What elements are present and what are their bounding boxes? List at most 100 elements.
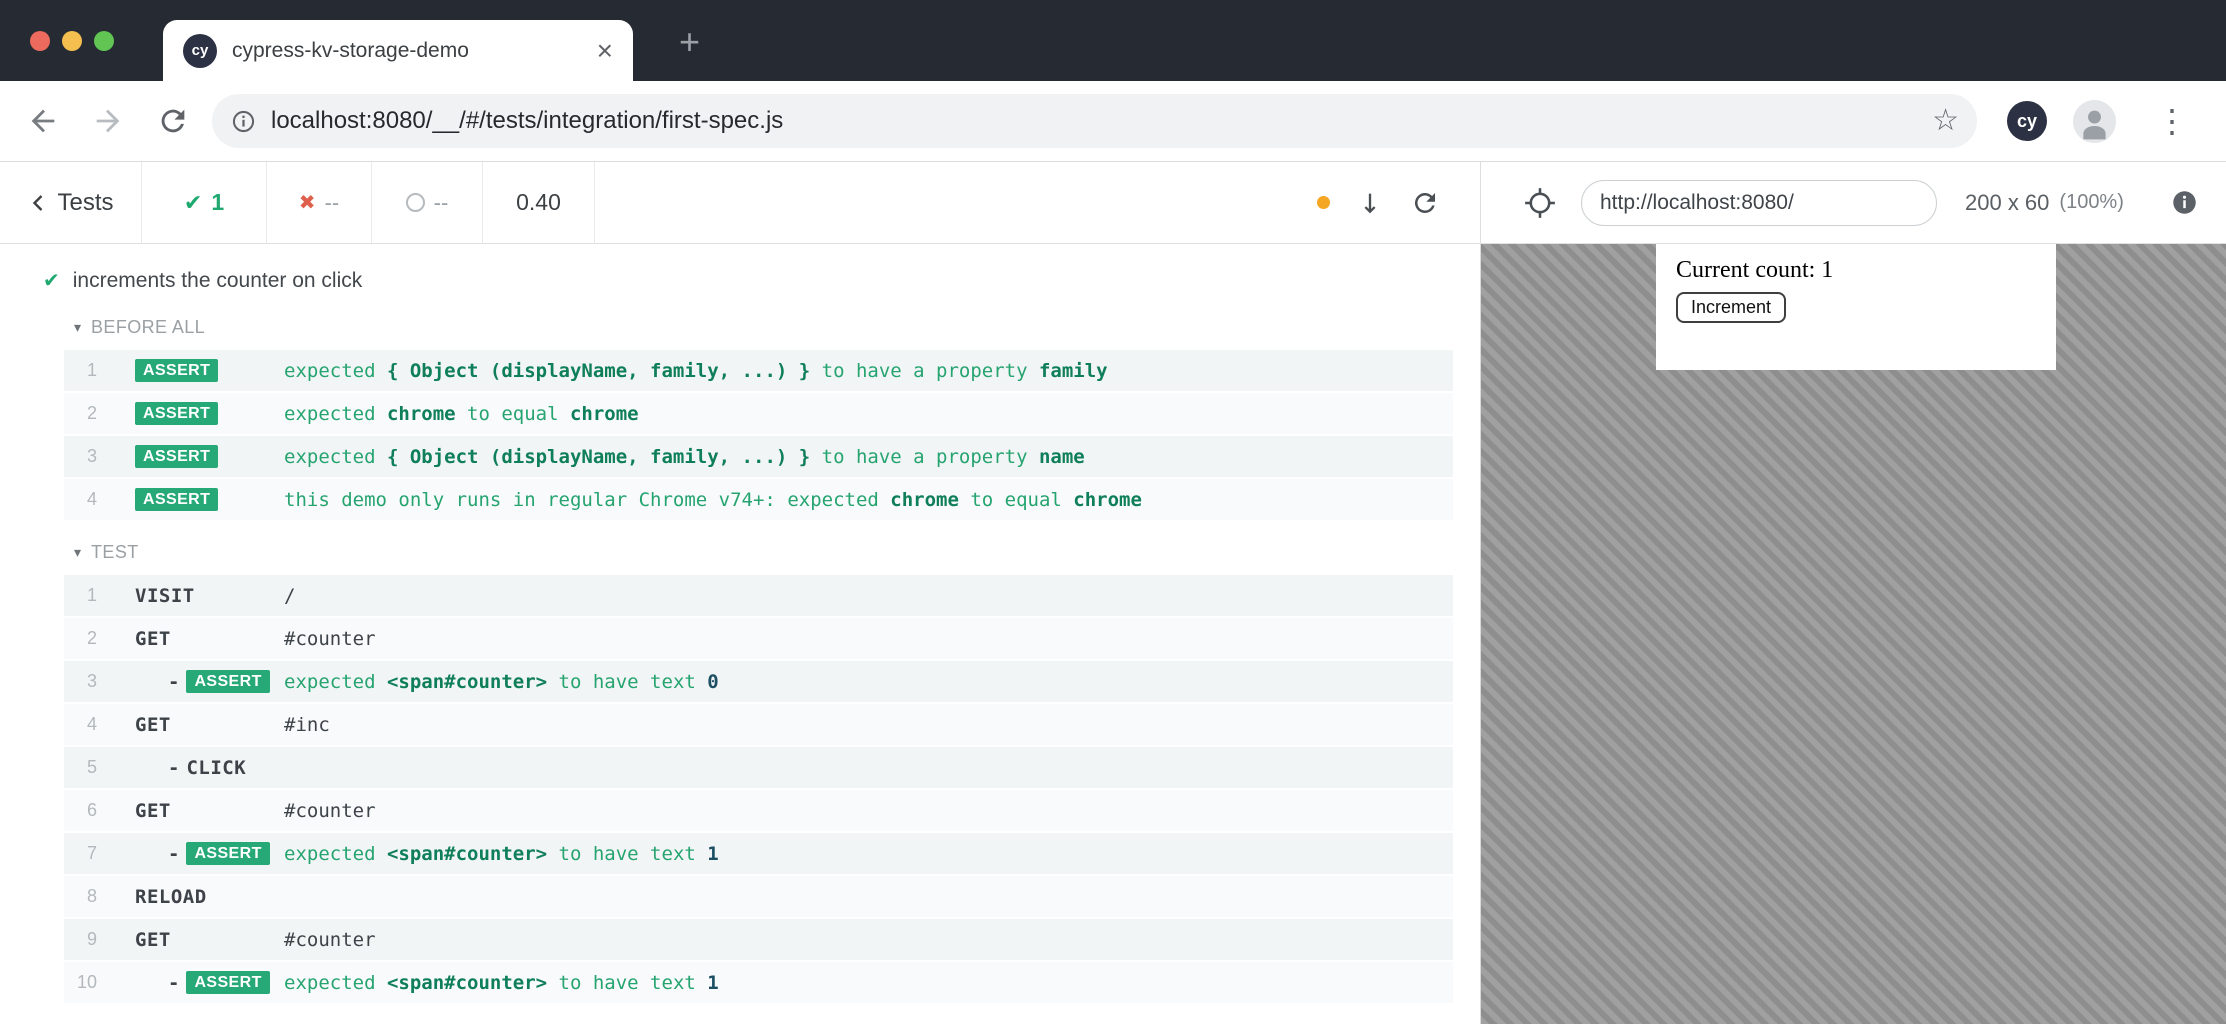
passed-check-icon: ✔ xyxy=(183,189,203,215)
command-message: #inc xyxy=(284,714,1453,736)
message-segment: expected xyxy=(284,971,387,994)
command-number: 8 xyxy=(86,886,97,906)
main-content: ✔ increments the counter on click ▾ BEFOR… xyxy=(0,244,2226,1024)
back-icon[interactable] xyxy=(26,104,60,138)
command-message: #counter xyxy=(284,929,1453,951)
new-tab-button[interactable]: + xyxy=(679,24,700,60)
reporter-header: Tests ✔ 1 ✖ -- -- 0.40 xyxy=(0,162,1481,243)
command-row[interactable]: 3- ASSERT expected <span#counter> to have … xyxy=(64,661,1453,702)
message-segment: <span#counter> xyxy=(386,842,548,865)
cypress-toolbar: Tests ✔ 1 ✖ -- -- 0.40 20 xyxy=(0,162,2226,244)
assert-badge: ASSERT xyxy=(135,401,219,426)
command-row[interactable]: 1 ASSERT expected { Object (displayName, f… xyxy=(64,350,1453,391)
command-method: - ASSERT xyxy=(135,970,284,995)
section-header[interactable]: ▾ BEFORE ALL xyxy=(0,307,1480,348)
command-method: VISIT xyxy=(135,585,284,607)
command-row[interactable]: 8 RELOAD xyxy=(64,876,1453,917)
selector-playground-icon[interactable] xyxy=(1523,186,1557,220)
reporter-controls xyxy=(1317,162,1480,243)
back-to-tests-button[interactable]: Tests xyxy=(0,162,142,243)
command-number: 3 xyxy=(86,446,97,466)
command-row[interactable]: 7 - ASSERT expected <span#counter> to have … xyxy=(64,833,1453,874)
message-segment: name xyxy=(1038,445,1085,468)
message-segment: to have text xyxy=(547,971,708,994)
command-row[interactable]: 9 GET #counter xyxy=(64,919,1453,960)
close-window-button[interactable] xyxy=(30,31,50,51)
command-number: 7 xyxy=(86,843,97,863)
zoom-window-button[interactable] xyxy=(94,31,114,51)
command-message: expected chrome to equal chrome xyxy=(284,403,1453,425)
command-method: ASSERT xyxy=(135,401,284,426)
back-to-tests-label: Tests xyxy=(57,188,114,216)
reporter-panel: ✔ increments the counter on click ▾ BEFOR… xyxy=(0,244,1481,1024)
cypress-favicon-icon: cy xyxy=(183,33,217,68)
increment-button[interactable]: Increment xyxy=(1676,292,1787,323)
message-segment: expected xyxy=(284,670,387,693)
assert-badge: ASSERT xyxy=(186,841,270,866)
message-segment: 1 xyxy=(707,842,719,865)
child-command-dash: - xyxy=(168,842,180,865)
rerun-tests-icon[interactable] xyxy=(1410,188,1440,218)
message-segment: expected xyxy=(284,359,387,382)
message-segment: to equal xyxy=(455,402,570,425)
message-segment: chrome xyxy=(1073,488,1142,511)
cypress-extension-badge[interactable]: cy xyxy=(2007,101,2047,141)
command-name: GET xyxy=(135,799,171,822)
section-label: BEFORE ALL xyxy=(91,317,206,337)
command-row[interactable]: 3 ASSERT expected { Object (displayName, f… xyxy=(64,436,1453,477)
browser-tab[interactable]: cy cypress-kv-storage-demo × xyxy=(163,20,633,81)
minimize-window-button[interactable] xyxy=(62,31,82,51)
command-message: expected <span#counter> to have text 1 xyxy=(284,843,1453,865)
message-segment: to have text xyxy=(547,670,708,693)
command-row[interactable]: 4 ASSERT this demo only runs in regular Ch… xyxy=(64,479,1453,520)
command-message: expected { Object (displayName, family, … xyxy=(284,446,1453,468)
omnibox[interactable]: ☆ xyxy=(212,94,1977,148)
autoscroll-icon[interactable] xyxy=(1356,189,1384,217)
command-log: 1 VISIT/2 GET #counter 3- ASSERT expected <spa… xyxy=(64,575,1453,1003)
reporter-sections: ▾ BEFORE ALL 1 ASSERT expected { Object (dis… xyxy=(0,307,1480,1003)
test-passed-icon: ✔ xyxy=(43,270,60,292)
duration: 0.40 xyxy=(483,162,595,243)
failed-x-icon: ✖ xyxy=(298,192,316,214)
viewport-info-icon[interactable] xyxy=(2171,189,2198,216)
page-info-icon[interactable] xyxy=(230,108,257,135)
failed-stat[interactable]: ✖ -- xyxy=(267,162,372,243)
collapse-caret-icon: ▾ xyxy=(74,319,82,335)
passed-stat[interactable]: ✔ 1 xyxy=(142,162,267,243)
command-row[interactable]: 10- ASSERT expected <span#counter> to have… xyxy=(64,962,1453,1003)
assert-badge: ASSERT xyxy=(135,487,219,512)
command-row[interactable]: 5 - CLICK xyxy=(64,747,1453,788)
command-message: #counter xyxy=(284,800,1453,822)
reporter-section: ▾ BEFORE ALL 1 ASSERT expected { Object (dis… xyxy=(0,307,1480,520)
test-title-row[interactable]: ✔ increments the counter on click xyxy=(0,258,1480,303)
browser-menu-icon[interactable]: ⋮ xyxy=(2156,105,2188,137)
aut-url-input[interactable] xyxy=(1581,179,1937,226)
section-label: TEST xyxy=(91,542,139,562)
message-segment: <span#counter> xyxy=(386,670,548,693)
command-name: GET xyxy=(135,627,171,650)
command-row[interactable]: 4 GET #inc xyxy=(64,704,1453,745)
forward-icon[interactable] xyxy=(91,104,125,138)
message-segment: #counter xyxy=(284,627,376,650)
failed-count: -- xyxy=(324,189,340,215)
command-row[interactable]: 2 ASSERT expected chrome to equal chrome xyxy=(64,393,1453,434)
child-command-dash: - xyxy=(168,756,180,779)
reporter-section: ▾ TEST 1 VISIT/2 GET #counter 3- ASSERT expected… xyxy=(0,532,1480,1003)
command-row[interactable]: 2 GET #counter xyxy=(64,618,1453,659)
command-number: 9 xyxy=(86,929,97,949)
message-segment: this demo only runs in regular Chrome v7… xyxy=(284,488,891,511)
message-segment: #inc xyxy=(284,713,330,736)
profile-avatar[interactable] xyxy=(2073,99,2116,143)
reload-icon[interactable] xyxy=(156,104,190,138)
pending-stat[interactable]: -- xyxy=(372,162,483,243)
browser-window: cy cypress-kv-storage-demo × + ☆ cy ⋮ Te… xyxy=(0,0,2226,1024)
section-header[interactable]: ▾ TEST xyxy=(0,532,1480,573)
close-tab-icon[interactable]: × xyxy=(597,36,613,65)
bookmark-star-icon[interactable]: ☆ xyxy=(1932,106,1959,136)
message-segment: to have a property xyxy=(810,445,1039,468)
command-number: 1 xyxy=(86,360,97,380)
tab-title: cypress-kv-storage-demo xyxy=(232,38,469,62)
command-row[interactable]: 1 VISIT / xyxy=(64,575,1453,616)
url-input[interactable] xyxy=(271,107,1933,135)
command-row[interactable]: 6 GET #counter xyxy=(64,790,1453,831)
